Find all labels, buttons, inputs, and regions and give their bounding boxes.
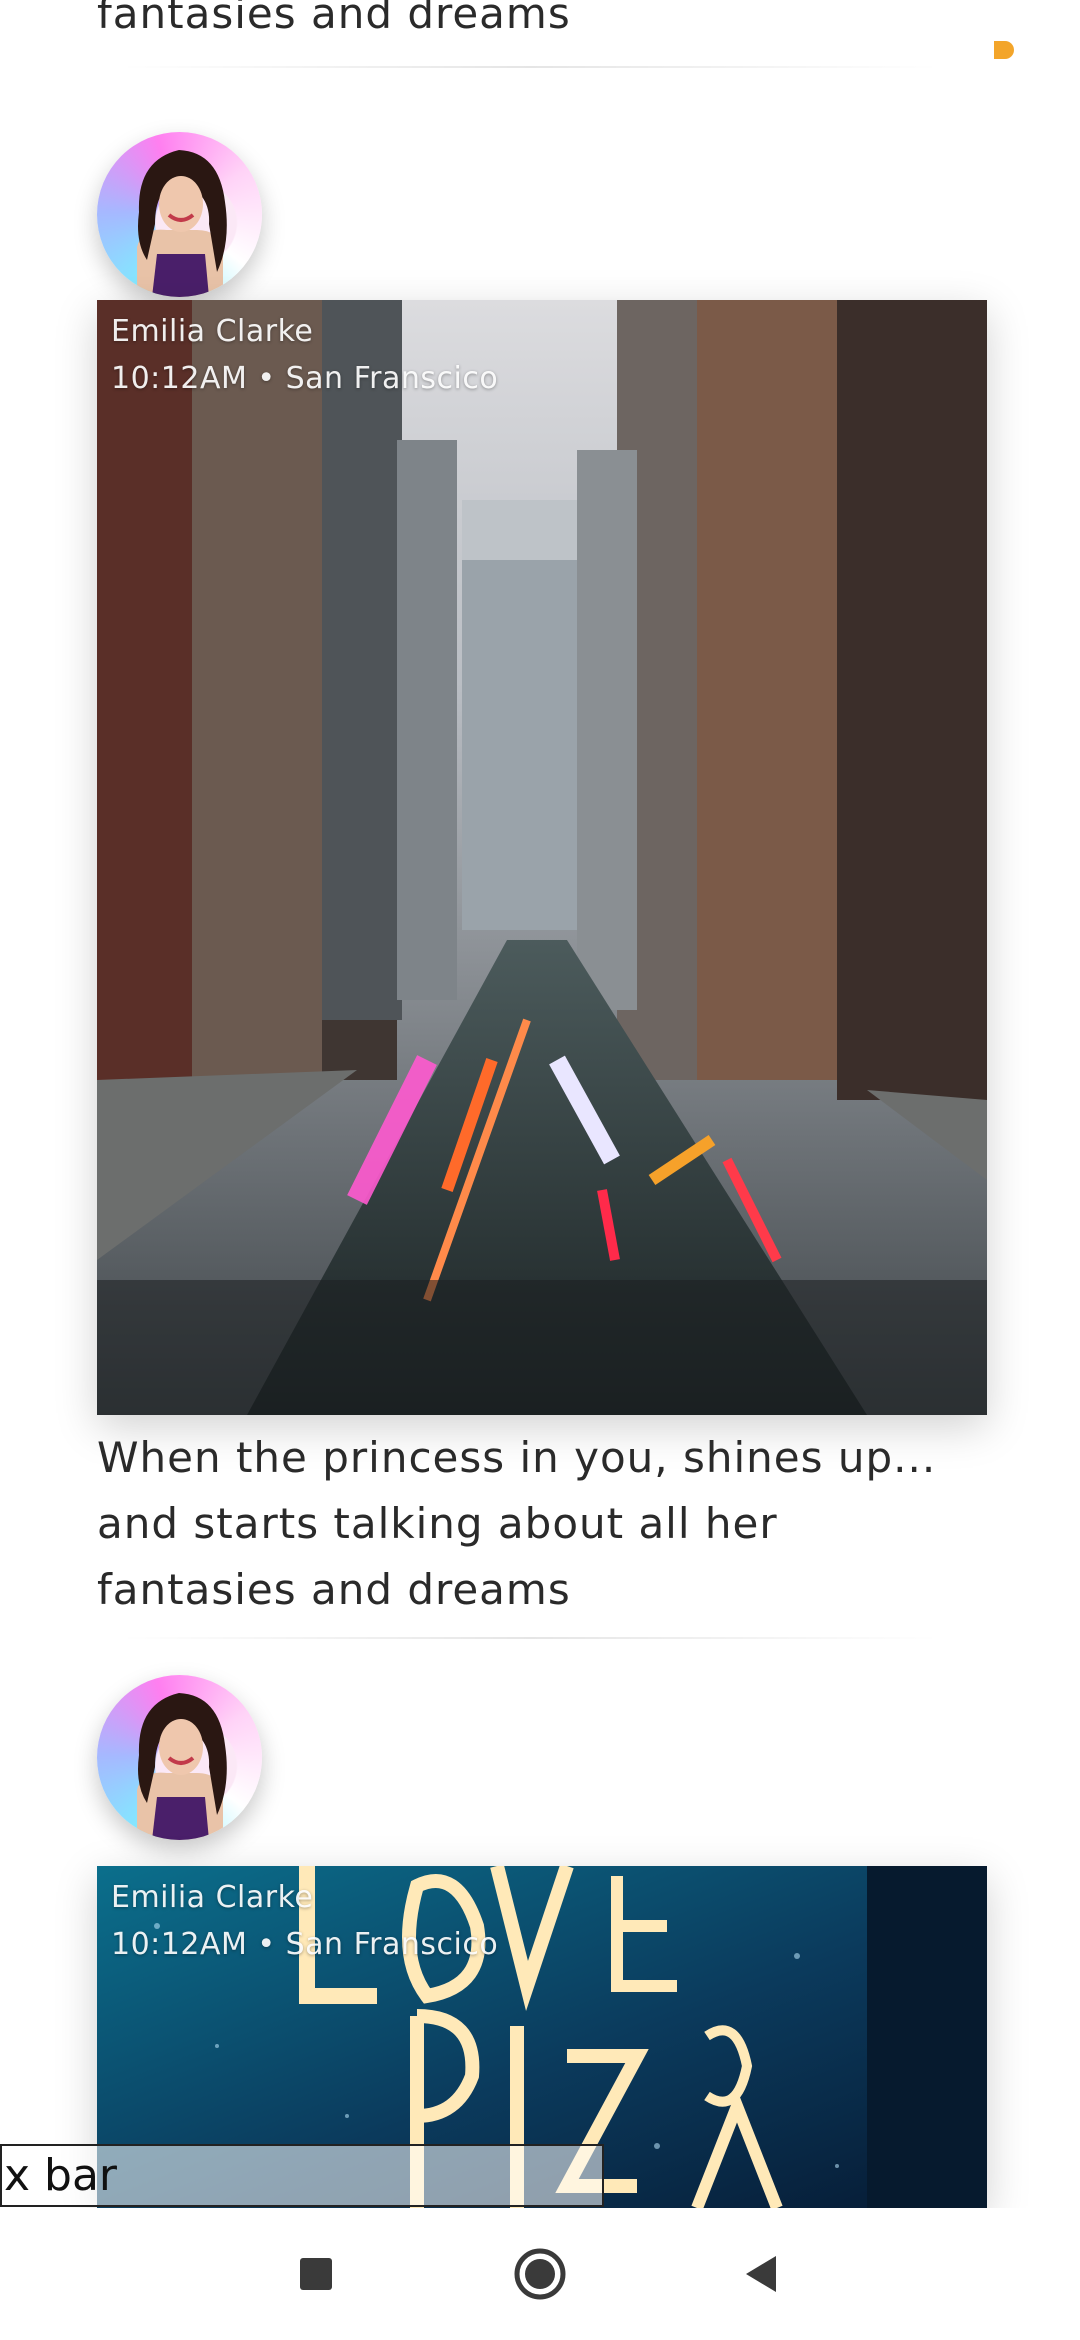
portrait-image — [137, 150, 227, 297]
post-divider — [120, 1637, 940, 1639]
caption-line: When the princess in you, shines up... — [97, 1433, 937, 1482]
post-caption-partial: fantasies and dreams — [97, 0, 571, 38]
system-navigation-bar — [0, 2208, 1080, 2340]
city-street-image — [97, 300, 987, 1415]
back-button[interactable] — [728, 2242, 792, 2306]
author-avatar[interactable] — [97, 132, 262, 297]
author-avatar[interactable] — [97, 1675, 262, 1840]
portrait-image — [137, 1693, 227, 1840]
circle-home-icon — [514, 2248, 566, 2300]
caption-line: and starts talking about all her — [97, 1499, 778, 1548]
feed-screen: fantasies and dreams Emilia Clarke 10:12… — [0, 0, 1080, 2340]
post-author-name[interactable]: Emilia Clarke — [111, 1880, 313, 1915]
recents-button[interactable] — [284, 2242, 348, 2306]
triangle-back-icon — [746, 2256, 776, 2292]
post-author-name[interactable]: Emilia Clarke — [111, 314, 313, 349]
notification-dot — [994, 41, 1014, 59]
home-button[interactable] — [508, 2242, 572, 2306]
caption-line: fantasies and dreams — [97, 1565, 571, 1614]
post-caption: When the princess in you, shines up... a… — [97, 1425, 987, 1623]
square-icon — [300, 2258, 332, 2290]
post-time-location: 10:12AM • San Franscico — [111, 1927, 499, 1962]
debug-overlay-label: x bar — [0, 2144, 604, 2207]
post-time-location: 10:12AM • San Franscico — [111, 361, 499, 396]
post-photo[interactable]: Emilia Clarke 10:12AM • San Franscico — [97, 300, 987, 1415]
post-divider — [120, 66, 940, 68]
